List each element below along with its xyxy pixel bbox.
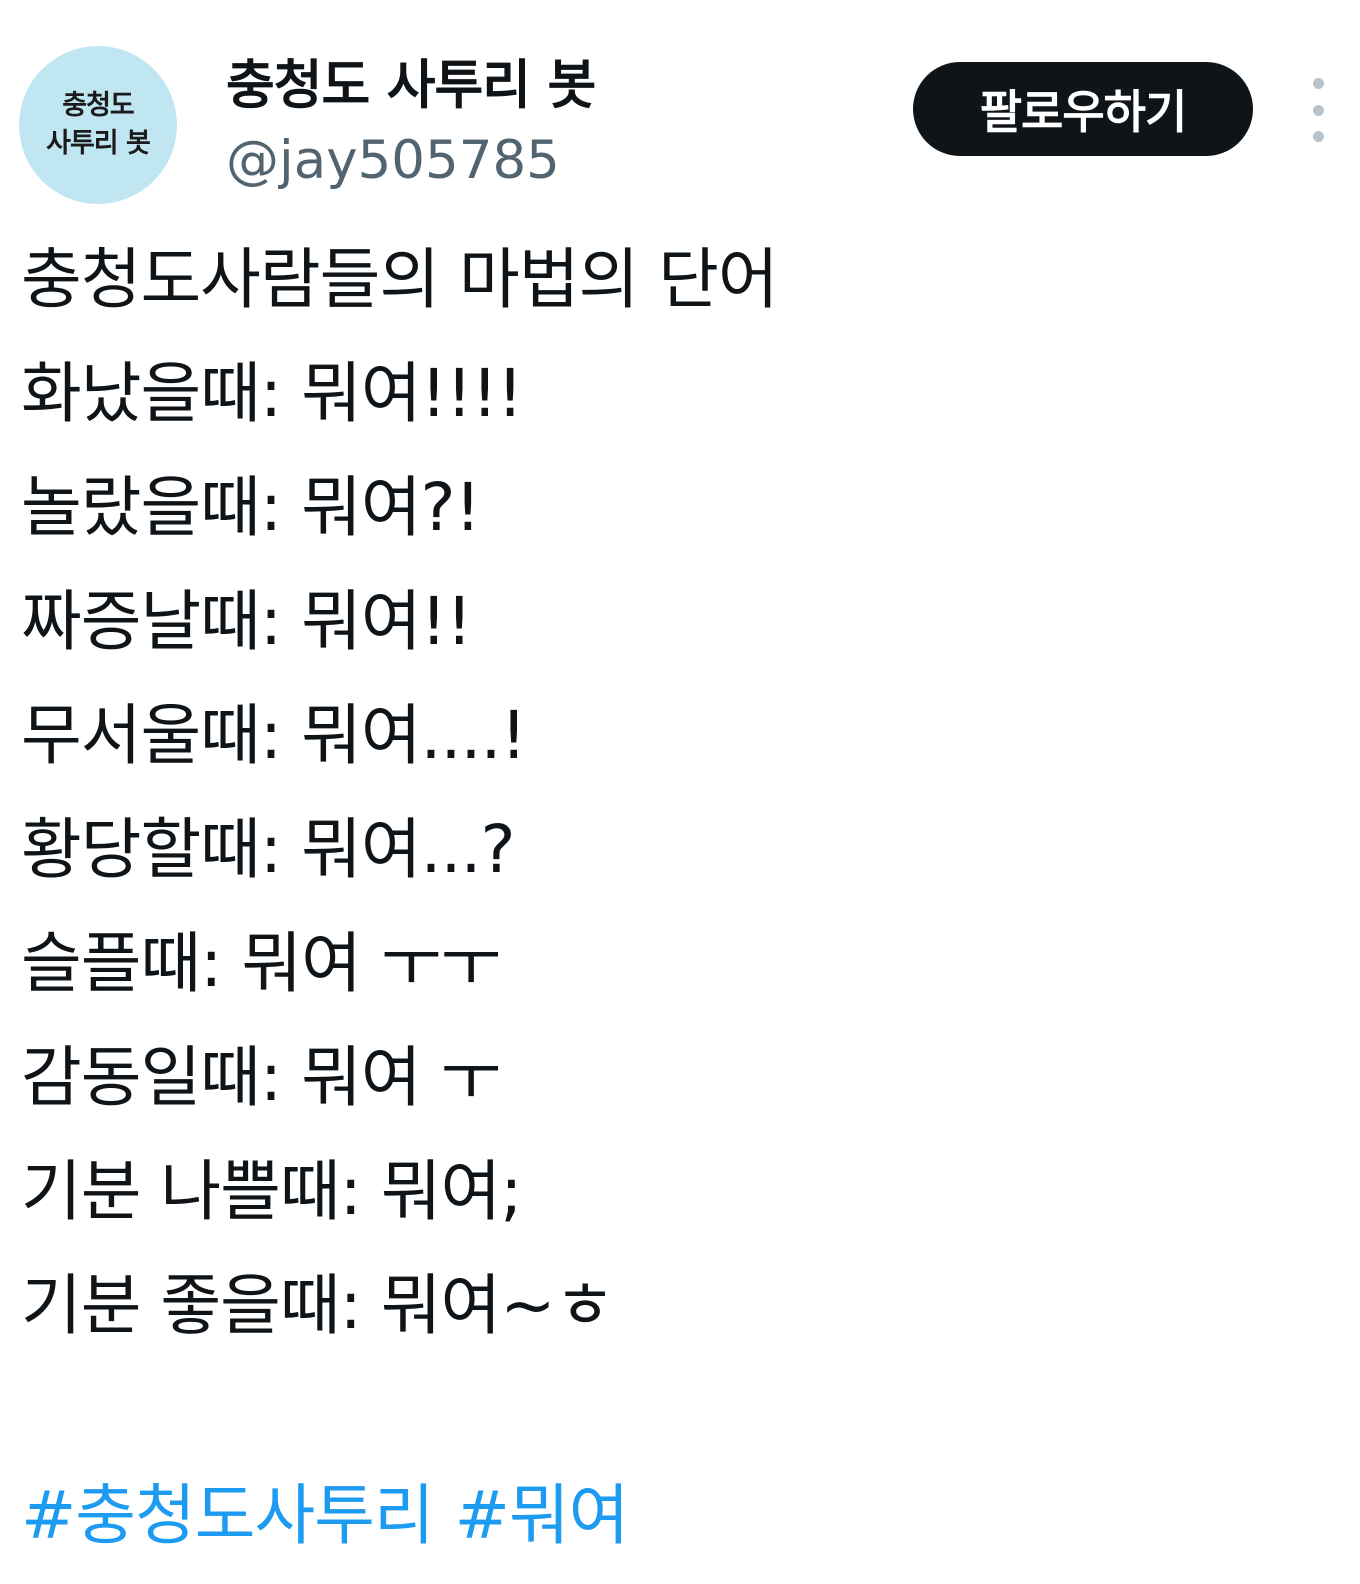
tweet-line: 무서울때: 뭐여....! (21, 697, 527, 774)
more-vertical-icon (1312, 78, 1324, 89)
avatar-text-line-2: 사투리 봇 (46, 128, 151, 159)
avatar[interactable]: 충청도 사투리 봇 (19, 46, 177, 204)
tweet-line: 황당할때: 뭐여...? (21, 811, 516, 888)
tweet-line: 기분 나쁠때: 뭐여; (21, 1153, 522, 1230)
tweet-line: 놀랐을때: 뭐여?! (21, 469, 481, 546)
follow-button[interactable]: 팔로우하기 (913, 62, 1253, 156)
tweet-line: 슬플때: 뭐여 ㅜㅜ (21, 925, 501, 1002)
author-handle[interactable]: @jay505785 (226, 126, 560, 196)
more-vertical-icon-dot (1312, 131, 1324, 142)
tweet-line: 감동일때: 뭐여 ㅜ (21, 1039, 501, 1116)
hashtag-link[interactable]: #뭐여 (455, 1477, 630, 1554)
tweet-line: 짜증날때: 뭐여!! (21, 583, 472, 660)
tweet-text: 충청도사람들의 마법의 단어 화났을때: 뭐여!!!! 놀랐을때: 뭐여?! 짜… (21, 223, 1341, 1363)
more-vertical-icon-dot (1312, 104, 1324, 116)
tweet-line: 화났을때: 뭐여!!!! (21, 355, 523, 432)
avatar-text-line-1: 충청도 (62, 90, 135, 121)
tweet-line: 기분 좋을때: 뭐여~ㅎ (21, 1267, 615, 1344)
author-display-name[interactable]: 충청도 사투리 봇 (226, 50, 596, 122)
tweet-line-title: 충청도사람들의 마법의 단어 (21, 241, 779, 318)
hashtag-link[interactable]: #충청도사투리 (21, 1477, 435, 1554)
tweet-card: 충청도 사투리 봇 충청도 사투리 봇 @jay505785 팔로우하기 충청도… (0, 0, 1360, 1584)
more-options-button[interactable] (1296, 78, 1340, 142)
hashtag-row: #충청도사투리 #뭐여 (21, 1466, 630, 1566)
